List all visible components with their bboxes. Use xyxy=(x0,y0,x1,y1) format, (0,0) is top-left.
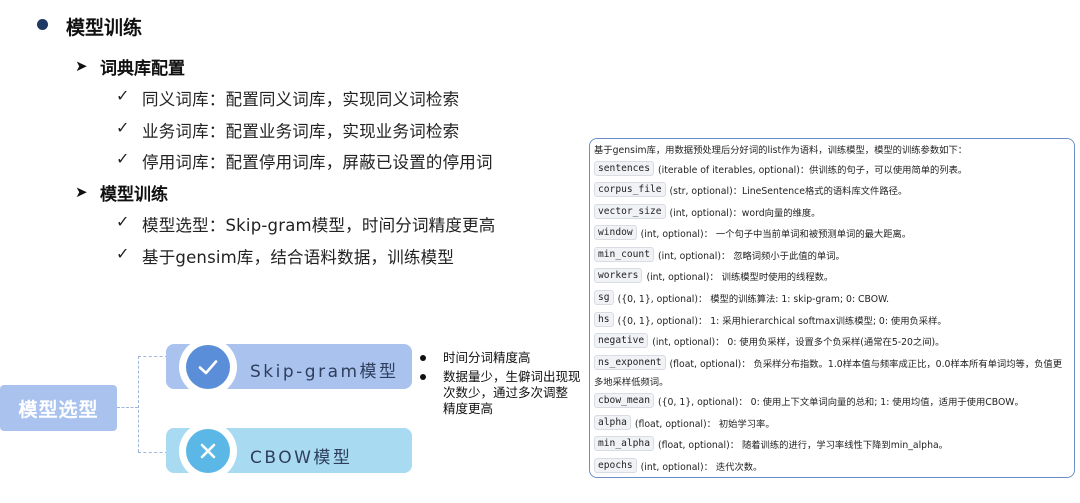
parameter-row: min_count (int, optional)： 忽略词频小于此值的单词。 xyxy=(594,247,845,262)
arrow-bullet-icon: ➤ xyxy=(75,183,88,201)
parameter-description: (iterable of iterables, optional)：供训练的句子… xyxy=(657,164,968,176)
connector-line xyxy=(138,356,139,452)
parameter-row: min_alpha (float, optional)： 随着训练的进行，学习率… xyxy=(594,436,948,451)
parameter-description: (int, optional)： 训练模型时使用的线程数。 xyxy=(646,271,834,283)
model-label-cbow: CBOW模型 xyxy=(250,448,353,468)
note-bullet xyxy=(420,374,426,380)
parameter-description-continued: 多地采样低频词。 xyxy=(594,377,669,388)
parameter-name: alpha xyxy=(594,415,631,430)
parameter-name: window xyxy=(594,225,637,240)
connector-line xyxy=(138,356,168,357)
parameter-name: ns_exponent xyxy=(594,355,666,370)
parameter-row: sentences (iterable of iterables, option… xyxy=(594,161,967,176)
checkmark-icon: ✓ xyxy=(116,212,130,231)
parameter-description: (str, optional)：LineSentence格式的语料库文件路径。 xyxy=(669,185,908,197)
parameter-row: window (int, optional)： 一个句子中当前单词和被预测单词的… xyxy=(594,225,911,240)
parameter-row: epochs (int, optional)： 迭代次数。 xyxy=(594,458,762,473)
parameter-name: vector_size xyxy=(594,204,666,219)
parameter-description: ({0, 1}, optional)： 模型的训练算法: 1: skip-gra… xyxy=(617,293,890,305)
parameter-name: min_alpha xyxy=(594,436,654,451)
parameter-description: (float, optional)： 负采样分布指数。1.0样本值与频率成正比，… xyxy=(669,358,1063,370)
parameter-name: hs xyxy=(594,312,614,327)
parameter-name: epochs xyxy=(594,458,637,473)
parameter-name: negative xyxy=(594,333,649,348)
parameter-name: cbow_mean xyxy=(594,393,654,408)
list-item: 停用词库：配置停用词库，屏蔽已设置的停用词 xyxy=(142,153,493,172)
parameter-name: workers xyxy=(594,268,643,283)
parameter-name: corpus_file xyxy=(594,182,666,197)
parameter-row: cbow_mean ({0, 1}, optional)： 0: 使用上下文单词… xyxy=(594,393,1024,408)
note-text: 数据量少，生僻词出现现 次数少，通过多次调整 精度更高 xyxy=(443,369,581,416)
parameter-description: (float, optional)： 初始学习率。 xyxy=(634,418,775,430)
parameter-description: (int, optional)： 迭代次数。 xyxy=(640,461,763,473)
parameter-row: vector_size (int, optional)：word向量的维度。 xyxy=(594,204,820,219)
section-heading-training: 模型训练 xyxy=(100,185,168,205)
arrow-bullet-icon: ➤ xyxy=(75,57,88,75)
title-bullet xyxy=(37,19,48,30)
parameter-row: ns_exponent (float, optional)： 负采样分布指数。1… xyxy=(594,355,1062,370)
connector-line xyxy=(138,452,168,453)
list-item: 业务词库：配置业务词库，实现业务词检索 xyxy=(142,122,460,141)
list-item: 基于gensim库，结合语料数据，训练模型 xyxy=(142,248,455,267)
diagram-root-label: 模型选型 xyxy=(18,398,99,421)
parameter-row: negative (int, optional)： 0: 使用负采样，设置多个负… xyxy=(594,333,944,348)
diagram-root-box: 模型选型 xyxy=(0,385,117,431)
parameter-name: sentences xyxy=(594,161,654,176)
note-bullet xyxy=(420,355,426,361)
parameter-description: (int, optional)：word向量的维度。 xyxy=(669,207,821,219)
checkmark-icon: ✓ xyxy=(116,86,130,105)
connector-line xyxy=(117,407,138,408)
parameter-description: (int, optional)： 忽略词频小于此值的单词。 xyxy=(657,250,845,262)
model-label-skipgram: Skip-gram模型 xyxy=(250,362,399,382)
note-text: 时间分词精度高 xyxy=(443,350,531,365)
parameter-description: (int, optional)： 一个句子中当前单词和被预测单词的最大距离。 xyxy=(640,228,912,240)
parameter-name: min_count xyxy=(594,247,654,262)
parameter-row: corpus_file (str, optional)：LineSentence… xyxy=(594,182,907,197)
checkmark-icon: ✓ xyxy=(116,149,130,168)
parameter-description: (float, optional)： 随着训练的进行，学习率线性下降到min_a… xyxy=(657,439,948,451)
list-item: 模型选型：Skip-gram模型，时间分词精度更高 xyxy=(142,216,496,235)
parameter-description: ({0, 1}, optional)： 0: 使用上下文单词向量的总和; 1: … xyxy=(657,396,1024,408)
parameter-name: sg xyxy=(594,290,614,305)
parameter-row: hs ({0, 1}, optional)： 1: 采用hierarchical… xyxy=(594,312,947,327)
cross-icon xyxy=(179,422,237,480)
parameter-intro: 基于gensim库，用数据预处理后分好词的list作为语料，训练模型，模型的训练… xyxy=(594,145,968,156)
parameter-row: workers (int, optional)： 训练模型时使用的线程数。 xyxy=(594,268,833,283)
section-heading-dictionary: 词典库配置 xyxy=(100,59,185,79)
parameter-description: (int, optional)： 0: 使用负采样，设置多个负采样(通常在5-2… xyxy=(652,336,945,348)
parameter-row: sg ({0, 1}, optional)： 模型的训练算法: 1: skip-… xyxy=(594,290,889,305)
list-item: 同义词库：配置同义词库，实现同义词检索 xyxy=(142,90,460,109)
check-icon xyxy=(179,338,237,396)
checkmark-icon: ✓ xyxy=(116,244,130,263)
parameter-row: alpha (float, optional)： 初始学习率。 xyxy=(594,415,775,430)
page-title: 模型训练 xyxy=(66,17,143,39)
parameter-description: ({0, 1}, optional)： 1: 采用hierarchical so… xyxy=(617,315,947,327)
checkmark-icon: ✓ xyxy=(116,118,130,137)
